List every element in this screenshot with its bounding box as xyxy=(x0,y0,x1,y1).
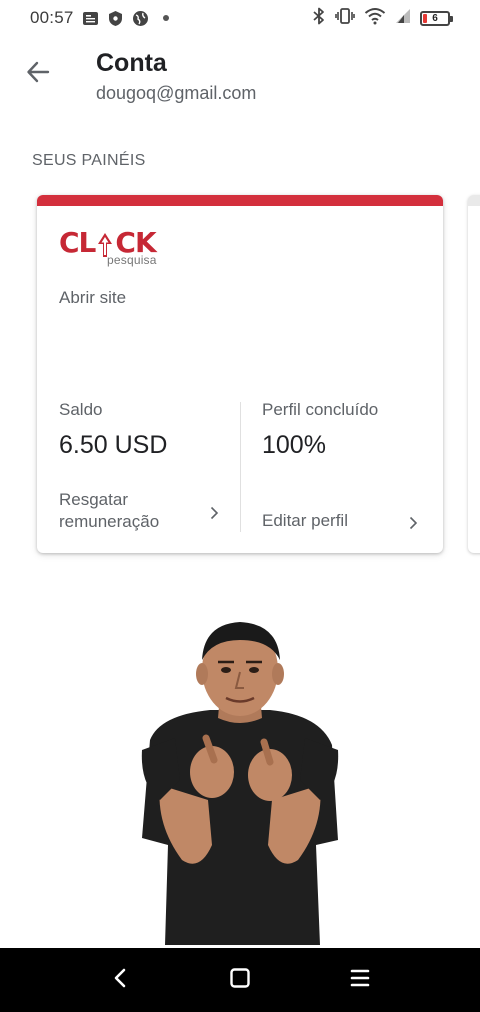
next-panel-card[interactable] xyxy=(468,195,480,553)
open-site-link[interactable]: Abrir site xyxy=(59,288,126,308)
chevron-right-icon xyxy=(408,514,418,530)
nav-recents-button[interactable] xyxy=(340,960,380,1000)
recents-icon xyxy=(349,967,371,994)
back-icon xyxy=(112,967,128,994)
balance-value: 6.50 USD xyxy=(59,431,168,459)
home-icon xyxy=(229,967,251,994)
account-email: dougoq@gmail.com xyxy=(96,83,257,103)
balance-section: Saldo 6.50 USD xyxy=(59,400,239,460)
nav-home-button[interactable] xyxy=(220,960,260,1000)
notification-dot-icon xyxy=(162,15,169,21)
redeem-label: Resgatar remuneração xyxy=(59,490,160,531)
signal-icon xyxy=(395,7,411,30)
redeem-button[interactable]: Resgatar remuneração xyxy=(59,489,219,533)
profile-label: Perfil concluído xyxy=(262,400,379,419)
logo-text: CL xyxy=(59,226,96,259)
shield-icon xyxy=(107,10,124,27)
back-button[interactable] xyxy=(22,58,54,90)
balance-label: Saldo xyxy=(59,400,103,419)
person-sticker-image xyxy=(120,610,360,950)
arrow-left-icon xyxy=(25,59,51,90)
system-nav-bar xyxy=(0,948,480,1012)
status-time: 00:57 xyxy=(30,8,74,27)
nav-back-button[interactable] xyxy=(100,960,140,1000)
news-icon xyxy=(82,10,99,27)
wifi-icon xyxy=(364,7,386,30)
battery-level: 6 xyxy=(432,12,438,24)
panel-card[interactable]: CL CK pesquisa Abrir site Saldo 6.50 USD … xyxy=(37,195,443,553)
battery-icon: 6 xyxy=(420,10,453,26)
status-bar: 00:57 6 xyxy=(0,0,480,36)
vibrate-icon xyxy=(335,7,355,30)
click-pesquisa-logo: CL CK pesquisa xyxy=(59,226,157,268)
column-divider xyxy=(240,402,241,532)
section-label: SEUS PAINÉIS xyxy=(32,152,146,169)
logo-subtext: pesquisa xyxy=(107,253,157,267)
chevron-right-icon xyxy=(209,504,219,520)
bluetooth-icon xyxy=(312,7,326,30)
profile-section: Perfil concluído 100% xyxy=(262,400,432,460)
page-title: Conta xyxy=(96,49,167,77)
edit-profile-button[interactable]: Editar perfil xyxy=(262,510,418,532)
globe-icon xyxy=(132,10,149,27)
edit-profile-label: Editar perfil xyxy=(262,511,348,530)
profile-value: 100% xyxy=(262,431,326,459)
card-accent-bar xyxy=(37,195,443,206)
